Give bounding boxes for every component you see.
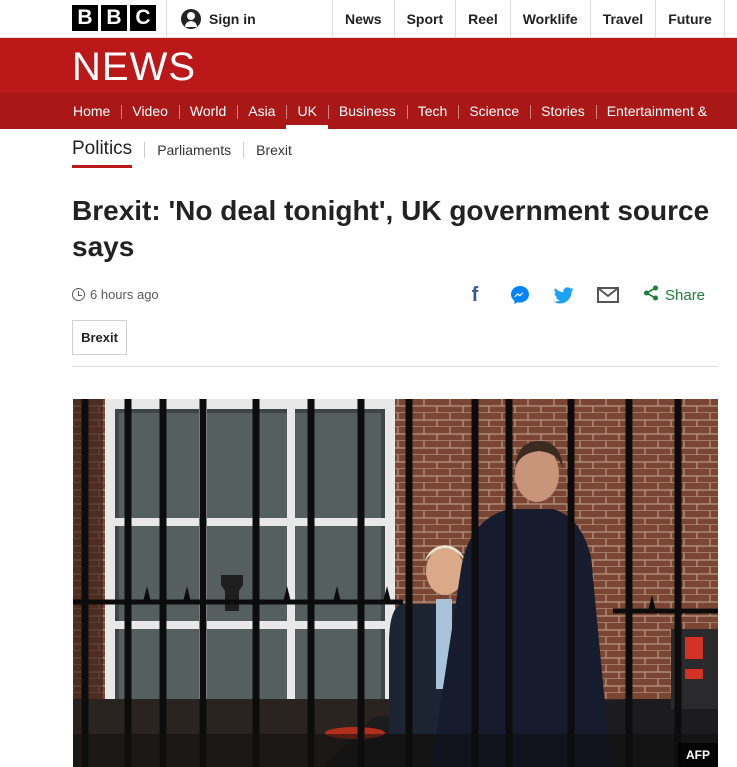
email-icon[interactable] (596, 283, 620, 307)
global-nav-item-future[interactable]: Future (655, 0, 724, 37)
article-meta: 6 hours ago (72, 287, 159, 302)
news-nav-item-business[interactable]: Business (327, 93, 407, 129)
twitter-icon[interactable] (552, 283, 576, 307)
signin-label: Sign in (209, 10, 256, 27)
image-credit: AFP (678, 743, 718, 767)
news-logo[interactable]: NEWS (72, 45, 196, 90)
news-nav-item-home[interactable]: Home (62, 93, 121, 129)
share-button[interactable]: Share (643, 283, 705, 307)
news-banner: NEWS (0, 38, 737, 93)
news-nav-items: Home Video World Asia UK Business Tech Science S… (62, 93, 718, 129)
article-image: AFP (73, 399, 718, 767)
global-nav-item-worklife[interactable]: Worklife (509, 0, 590, 37)
signin-link[interactable]: Sign in (166, 0, 256, 37)
topic-tag-brexit[interactable]: Brexit (72, 320, 127, 355)
divider (243, 142, 245, 158)
news-nav-item-video[interactable]: Video (121, 93, 179, 129)
divider (72, 366, 718, 367)
global-nav: News Sport Reel Worklife Travel Future M… (332, 0, 737, 37)
global-nav-item-more[interactable]: Mo (723, 0, 737, 37)
messenger-icon[interactable] (508, 283, 532, 307)
logo-letter: B (72, 5, 98, 31)
global-header: B B C Sign in News Sport Reel Worklife T… (0, 0, 737, 38)
user-icon (181, 8, 201, 29)
global-nav-item-sport[interactable]: Sport (393, 0, 456, 37)
logo-letter: C (130, 5, 156, 31)
global-nav-item-travel[interactable]: Travel (589, 0, 655, 37)
section-current-politics[interactable]: Politics (72, 138, 133, 168)
bbc-logo[interactable]: B B C (72, 5, 156, 31)
news-nav-item-asia[interactable]: Asia (237, 93, 286, 129)
clock-icon (72, 288, 85, 301)
global-nav-item-reel[interactable]: Reel (455, 0, 510, 37)
facebook-icon[interactable]: f (463, 283, 487, 307)
downing-street-photo (73, 399, 718, 767)
section-link-parliaments[interactable]: Parliaments (157, 142, 231, 158)
logo-letter: B (101, 5, 127, 31)
section-nav: Politics Parliaments Brexit (72, 136, 292, 168)
share-icon (643, 285, 659, 305)
news-nav-item-science[interactable]: Science (458, 93, 530, 129)
news-nav: Home Video World Asia UK Business Tech Science S… (0, 93, 737, 129)
section-link-brexit[interactable]: Brexit (256, 142, 292, 158)
article-timestamp: 6 hours ago (90, 287, 159, 302)
news-nav-item-stories[interactable]: Stories (530, 93, 596, 129)
news-nav-item-uk[interactable]: UK (286, 93, 329, 129)
news-nav-item-tech[interactable]: Tech (406, 93, 459, 129)
article-headline: Brexit: 'No deal tonight', UK government… (72, 195, 710, 262)
share-label: Share (665, 286, 706, 304)
divider (144, 142, 146, 158)
global-nav-item-news[interactable]: News (332, 0, 394, 37)
news-nav-item-world[interactable]: World (178, 93, 237, 129)
news-nav-item-entertainment[interactable]: Entertainment & (595, 93, 718, 129)
